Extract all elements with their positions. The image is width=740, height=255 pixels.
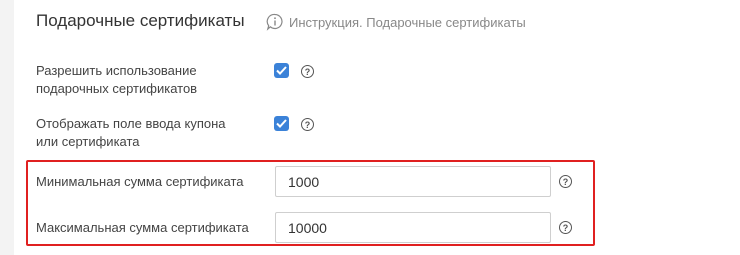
- label-line: Разрешить использование: [36, 63, 197, 78]
- allow-certificates-checkbox[interactable]: [274, 63, 289, 78]
- help-icon[interactable]: ?: [301, 65, 314, 78]
- allow-certificates-label: Разрешить использование подарочных серти…: [36, 62, 197, 98]
- help-icon[interactable]: ?: [559, 221, 572, 234]
- instruction-link[interactable]: Инструкция. Подарочные сертификаты: [266, 13, 526, 31]
- show-coupon-field-checkbox[interactable]: [274, 116, 289, 131]
- instruction-link-text[interactable]: Инструкция. Подарочные сертификаты: [289, 15, 526, 30]
- section-title: Подарочные сертификаты: [36, 11, 245, 30]
- checkmark-icon: [276, 119, 287, 128]
- help-icon[interactable]: ?: [559, 175, 572, 188]
- show-coupon-field-label: Отображать поле ввода купона или сертифи…: [36, 115, 226, 151]
- max-amount-label: Максимальная сумма сертификата: [36, 220, 249, 235]
- info-bubble-icon: [266, 13, 284, 31]
- min-amount-label: Минимальная сумма сертификата: [36, 174, 244, 189]
- max-amount-input[interactable]: [275, 212, 551, 243]
- label-line: подарочных сертификатов: [36, 81, 198, 96]
- min-amount-input[interactable]: [275, 166, 551, 197]
- label-line: Отображать поле ввода купона: [36, 116, 226, 131]
- label-line: или сертификата: [36, 134, 140, 149]
- checkmark-icon: [276, 66, 287, 75]
- help-icon[interactable]: ?: [301, 118, 314, 131]
